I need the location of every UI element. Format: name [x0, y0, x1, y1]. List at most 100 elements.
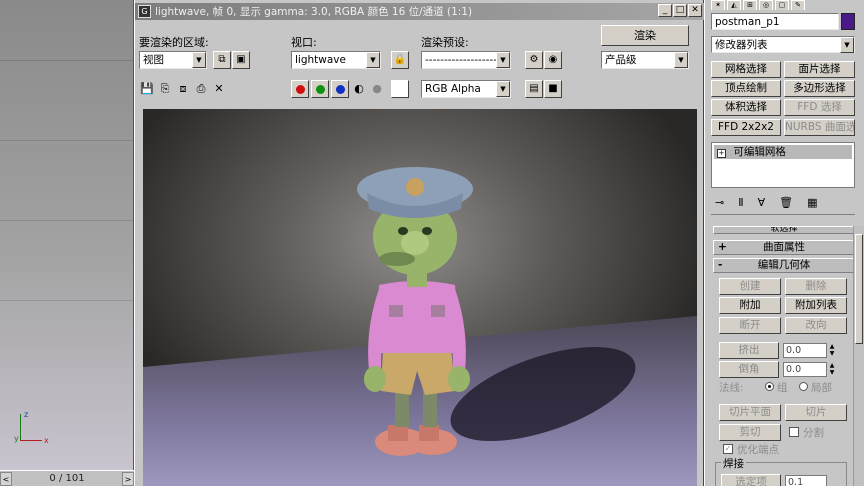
clear-icon[interactable]: ✕ [211, 81, 227, 97]
refine-ends-checkbox[interactable]: ✓ [723, 444, 733, 454]
timeline-prev-button[interactable]: < [0, 471, 12, 486]
perspective-viewport[interactable]: z y x [0, 0, 134, 470]
tab-utilities[interactable]: ✎ [791, 0, 805, 10]
dropdown-arrow-icon: ▼ [366, 52, 380, 68]
app-icon: G [138, 5, 151, 18]
save-image-icon[interactable]: 💾 [139, 81, 155, 97]
vol-select-button[interactable]: 体积选择 [711, 99, 781, 116]
toggle-ui-button[interactable]: ▤ [525, 80, 543, 98]
chamfer-button[interactable]: 倒角 [719, 361, 779, 378]
delete-button[interactable]: 删除 [785, 278, 847, 295]
environment-button[interactable]: ◉ [544, 51, 562, 69]
timeline-next-button[interactable]: > [122, 471, 134, 486]
ffd-select-button[interactable]: FFD 选择 [784, 99, 855, 116]
rollout-surface-properties[interactable]: + 曲面属性 [713, 240, 855, 255]
extrude-amount-field[interactable]: 0.0 [783, 343, 827, 358]
make-unique-icon[interactable]: ∀ [758, 196, 780, 209]
close-button[interactable]: ✕ [688, 4, 702, 17]
configure-sets-icon[interactable]: ▦ [807, 196, 831, 209]
grid-line [0, 300, 133, 301]
rollout-edit-geometry[interactable]: - 编辑几何体 [713, 258, 855, 273]
rollout-soft-selection[interactable]: 软选择 [713, 226, 855, 234]
render-preset-select[interactable]: -------------------- ▼ [421, 51, 511, 69]
tab-display[interactable]: ▢ [775, 0, 789, 10]
edit-region-button[interactable]: ⧉ [213, 51, 231, 69]
turn-button[interactable]: 改向 [785, 317, 847, 334]
render-setup-button[interactable]: ⚙ [525, 51, 543, 69]
attach-button[interactable]: 附加 [719, 297, 781, 314]
poly-select-button[interactable]: 多边形选择 [784, 80, 855, 97]
create-button[interactable]: 创建 [719, 278, 781, 295]
tab-modify[interactable]: ◭ [727, 0, 741, 10]
time-slider[interactable]: < 0 / 101 > [0, 470, 134, 486]
attach-list-button[interactable]: 附加列表 [785, 297, 847, 314]
command-panel: ✶ ◭ ⊞ ◎ ▢ ✎ postman_p1 修改器列表 ▼ 网格选择 面片选择… [704, 0, 864, 486]
scrollbar-thumb[interactable] [855, 234, 863, 344]
clone-window-icon[interactable]: ⧈ [175, 81, 191, 97]
extrude-spinner-arrows[interactable]: ▲ ▼ [828, 343, 836, 358]
edit-region-icon: ⧉ [218, 54, 226, 65]
timeline-position[interactable]: 0 / 101 [12, 473, 122, 484]
dropdown-arrow-icon: ▼ [496, 81, 510, 97]
blue-channel-toggle[interactable] [331, 80, 349, 98]
copy-image-icon[interactable]: ⎘ [157, 81, 173, 97]
expand-icon[interactable]: + [717, 149, 726, 158]
minimize-button[interactable]: _ [658, 4, 672, 17]
slice-button[interactable]: 切片 [785, 404, 847, 421]
break-button[interactable]: 断开 [719, 317, 781, 334]
expand-icon: + [718, 241, 727, 253]
pin-stack-icon[interactable]: ⊸ [715, 196, 738, 209]
render-area-select[interactable]: 视图 ▼ [139, 51, 207, 69]
overlay-icon: ■ [548, 83, 558, 94]
object-color-swatch[interactable] [841, 13, 855, 30]
rendered-image [143, 109, 697, 486]
mono-toggle-icon[interactable]: ● [369, 81, 385, 97]
cut-button[interactable]: 剪切 [719, 424, 781, 441]
vertex-paint-button[interactable]: 顶点绘制 [711, 80, 781, 97]
display-channel-select[interactable]: RGB Alpha ▼ [421, 80, 511, 98]
tab-create[interactable]: ✶ [711, 0, 725, 10]
chamfer-spinner-arrows[interactable]: ▲ ▼ [828, 362, 836, 377]
modifier-list-select[interactable]: 修改器列表 ▼ [711, 36, 855, 53]
render-window-titlebar[interactable]: G lightwave, 帧 0, 显示 gamma: 3.0, RGBA 颜色… [135, 3, 705, 20]
split-checkbox[interactable] [789, 427, 799, 437]
auto-region-button[interactable]: ▣ [232, 51, 250, 69]
red-channel-toggle[interactable] [291, 80, 309, 98]
ffd-2x2x2-button[interactable]: FFD 2x2x2 [711, 119, 781, 136]
print-icon[interactable]: ⎙ [193, 81, 209, 97]
render-area-label: 要渲染的区域: [139, 36, 209, 49]
maximize-button[interactable]: □ [673, 4, 687, 17]
weld-threshold-field[interactable]: 0.1 [785, 475, 827, 486]
postman-character-render [357, 167, 473, 456]
viewport-select[interactable]: lightwave ▼ [291, 51, 381, 69]
tab-hierarchy[interactable]: ⊞ [743, 0, 757, 10]
green-channel-toggle[interactable] [311, 80, 329, 98]
normals-group-radio[interactable] [765, 382, 774, 391]
chamfer-amount-field[interactable]: 0.0 [783, 362, 827, 377]
extrude-button[interactable]: 挤出 [719, 342, 779, 359]
stack-item-editable-mesh[interactable]: + 可编辑网格 [714, 145, 852, 159]
command-panel-scrollbar[interactable] [853, 226, 864, 486]
weld-selected-button[interactable]: 选定项 [721, 474, 781, 486]
normals-local-label: 局部 [811, 382, 832, 394]
render-quality-select[interactable]: 产品级 ▼ [601, 51, 689, 69]
render-setup-icon: ⚙ [529, 54, 539, 65]
nurbs-surf-select-button[interactable]: NURBS 曲面选择 [784, 119, 855, 136]
render-button[interactable]: 渲染 [601, 25, 689, 46]
red-dot-icon [296, 85, 305, 94]
remove-modifier-icon[interactable]: 🗑 [779, 196, 807, 209]
swatch-color-box[interactable] [391, 80, 409, 98]
alpha-toggle-icon[interactable]: ◐ [351, 81, 367, 97]
lock-viewport-button[interactable]: 🔒 [391, 51, 409, 69]
normals-local-radio[interactable] [799, 382, 808, 391]
object-name-field[interactable]: postman_p1 [711, 13, 839, 30]
mesh-select-button[interactable]: 网格选择 [711, 61, 781, 78]
slice-plane-button[interactable]: 切片平面 [719, 404, 781, 421]
viewport-label: 视口: [291, 36, 317, 49]
tab-motion[interactable]: ◎ [759, 0, 773, 10]
axis-z-label: z [24, 410, 29, 419]
axis-x-line [20, 440, 42, 441]
toggle-overlay-button[interactable]: ■ [544, 80, 562, 98]
patch-select-button[interactable]: 面片选择 [784, 61, 855, 78]
show-end-result-icon[interactable]: Ⅱ [738, 196, 757, 209]
